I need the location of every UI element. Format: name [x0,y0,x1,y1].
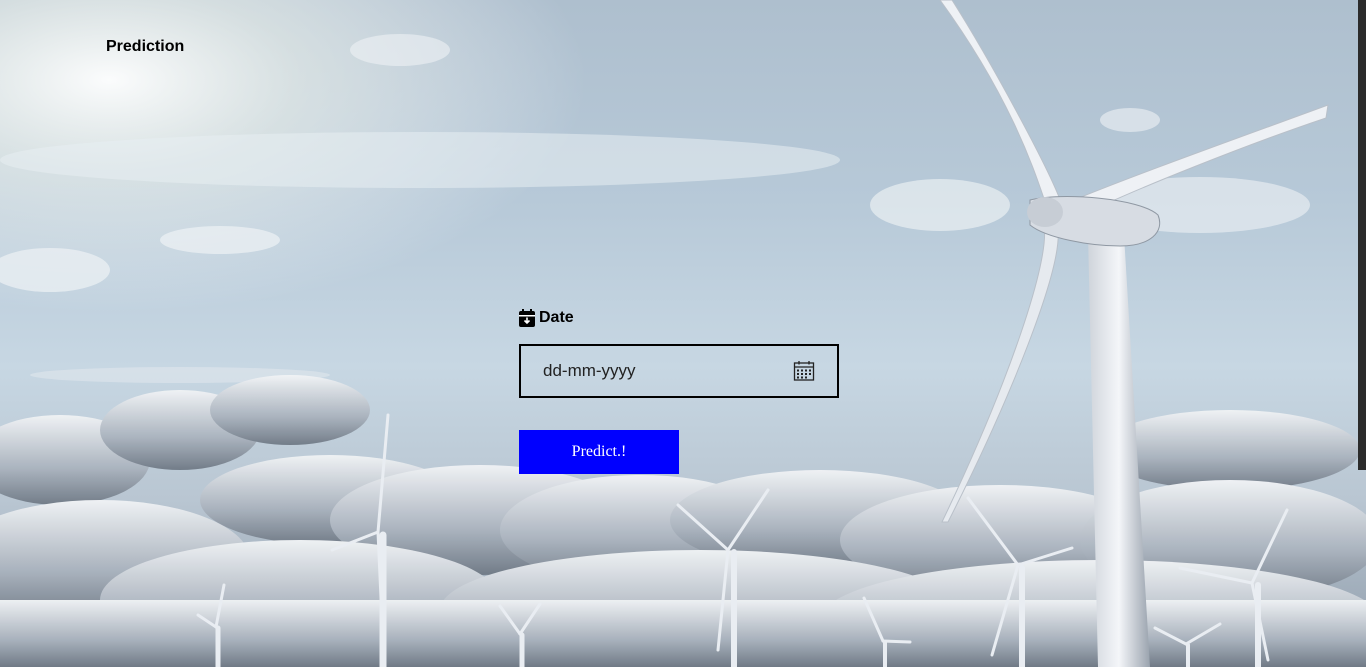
scrollbar[interactable] [1358,0,1366,470]
date-input-placeholder: dd-mm-yyyy [543,361,636,380]
date-label: Date [519,308,849,328]
date-label-text: Date [539,309,574,326]
date-input[interactable]: dd-mm-yyyy [519,344,839,398]
predict-button[interactable]: Predict.! [519,430,679,474]
calendar-icon[interactable] [793,360,815,382]
nav-title[interactable]: Prediction [106,38,184,56]
calendar-download-icon [519,309,535,327]
page: Prediction Date dd-mm-yyyy Predict.! [0,0,1366,667]
prediction-form: Date dd-mm-yyyy Predict.! [519,308,849,474]
